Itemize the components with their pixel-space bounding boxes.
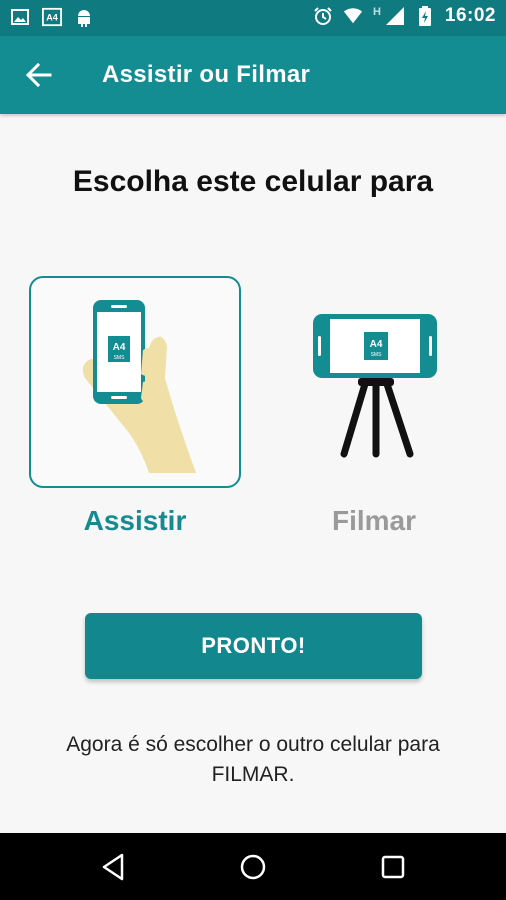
option-assistir-card[interactable]: A4 SMS — [29, 276, 241, 488]
nav-home-icon[interactable] — [237, 851, 269, 883]
option-filmar-label[interactable]: Filmar — [270, 505, 478, 537]
back-arrow-icon[interactable] — [24, 60, 54, 90]
a4-app-icon: A4 — [42, 7, 62, 27]
phone-on-tripod-icon: A4 SMS — [313, 314, 437, 458]
battery-icon — [415, 6, 435, 26]
app-toolbar: Assistir ou Filmar — [0, 36, 506, 114]
hint-text: Agora é só escolher o outro celular para… — [66, 733, 440, 786]
phone-logo-sub: SMS — [114, 355, 126, 361]
network-type: H — [372, 6, 381, 18]
status-bar: A4 H 16:02 — [0, 0, 506, 36]
tripod-phone-logo-sub: SMS — [371, 352, 383, 358]
tripod-phone-logo-text: A4 — [370, 339, 383, 350]
page-prompt: Escolha este celular para — [72, 165, 434, 198]
option-assistir-label[interactable]: Assistir — [29, 505, 241, 537]
option-filmar-card[interactable]: A4 SMS — [270, 276, 478, 484]
status-time: 16:02 — [444, 5, 496, 26]
wifi-icon — [343, 6, 363, 26]
signal-icon — [385, 6, 405, 26]
navigation-bar — [0, 833, 506, 900]
status-left-icons: A4 — [10, 7, 94, 27]
svg-text:A4: A4 — [46, 13, 58, 23]
pronto-button[interactable]: PRONTO! — [85, 613, 422, 679]
alarm-icon — [313, 6, 333, 26]
android-icon — [74, 7, 94, 27]
hand-holding-phone-icon: A4 SMS — [82, 300, 196, 473]
nav-back-icon[interactable] — [98, 851, 130, 883]
status-right-icons: H 16:02 — [313, 5, 496, 27]
toolbar-title: Assistir ou Filmar — [102, 61, 311, 88]
image-icon — [10, 7, 30, 27]
phone-logo-text: A4 — [113, 342, 126, 353]
nav-recents-icon[interactable] — [377, 851, 409, 883]
